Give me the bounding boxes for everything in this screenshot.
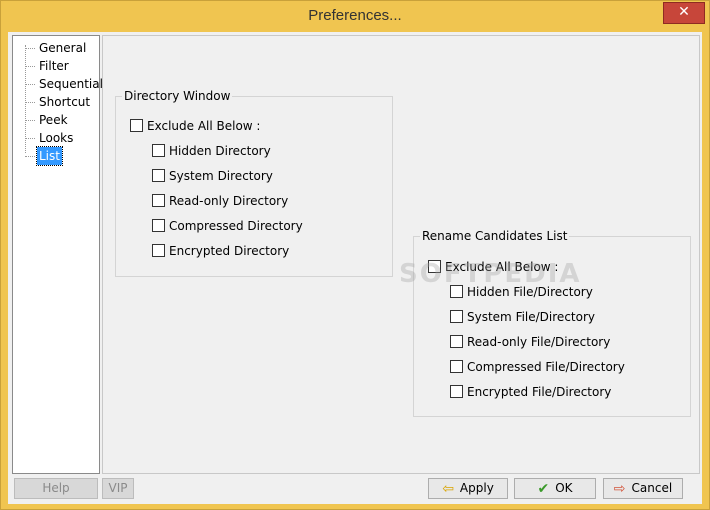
vip-button[interactable]: VIP (102, 478, 134, 499)
arrow-right-icon: ⇨ (613, 481, 626, 497)
tree-item-label: Shortcut (39, 95, 91, 109)
checkbox-label: Exclude All Below : (147, 119, 261, 133)
tree-item-label: Peek (39, 113, 68, 127)
settings-panel: Directory Window Exclude All Below : Hid… (102, 35, 700, 474)
tree-item-label: Looks (39, 131, 74, 145)
checkbox-box[interactable] (152, 169, 165, 182)
checkbox-label: Compressed File/Directory (467, 360, 625, 374)
system-file-checkbox[interactable]: System File/Directory (450, 309, 595, 325)
directory-window-group: Directory Window Exclude All Below : Hid… (115, 89, 393, 277)
checkbox-box[interactable] (130, 119, 143, 132)
cancel-label: Cancel (631, 481, 673, 495)
encrypted-file-checkbox[interactable]: Encrypted File/Directory (450, 384, 611, 400)
ok-button[interactable]: ✔ OK (514, 478, 596, 499)
checkbox-label: Read-only Directory (169, 194, 289, 208)
apply-label: Apply (459, 481, 494, 495)
checkbox-label: Encrypted File/Directory (467, 385, 612, 399)
readonly-directory-checkbox[interactable]: Read-only Directory (152, 193, 288, 209)
group-title: Directory Window (122, 89, 233, 103)
preferences-window: Preferences... ✕ General Filter Sequenti… (0, 0, 710, 510)
cancel-button[interactable]: ⇨ Cancel (603, 478, 683, 499)
checkbox-box[interactable] (450, 360, 463, 373)
apply-button[interactable]: ⇦ Apply (428, 478, 508, 499)
checkbox-box[interactable] (450, 335, 463, 348)
tree-item-label: Filter (39, 59, 69, 73)
system-directory-checkbox[interactable]: System Directory (152, 168, 273, 184)
close-button[interactable]: ✕ (663, 2, 705, 24)
checkbox-label: Compressed Directory (169, 219, 303, 233)
tree-connector (25, 45, 26, 153)
ok-label: OK (555, 481, 573, 495)
checkbox-box[interactable] (450, 310, 463, 323)
tree-item-label: General (39, 41, 87, 55)
checkbox-label: System Directory (169, 169, 273, 183)
checkbox-label: Hidden Directory (169, 144, 271, 158)
category-tree[interactable]: General Filter Sequential Shortcut Peek … (12, 35, 103, 474)
watermark: SOFTPEDIA (399, 259, 582, 289)
checkbox-box[interactable] (152, 194, 165, 207)
checkbox-box[interactable] (152, 219, 165, 232)
client-area: General Filter Sequential Shortcut Peek … (8, 32, 702, 504)
checkbox-box[interactable] (152, 244, 165, 257)
compressed-directory-checkbox[interactable]: Compressed Directory (152, 218, 303, 234)
checkbox-box[interactable] (450, 385, 463, 398)
checkbox-label: Read-only File/Directory (467, 335, 611, 349)
help-button[interactable]: Help (14, 478, 98, 499)
checkbox-box[interactable] (152, 144, 165, 157)
compressed-file-checkbox[interactable]: Compressed File/Directory (450, 359, 625, 375)
tree-item-label: List (36, 146, 63, 166)
checkbox-label: System File/Directory (467, 310, 595, 324)
window-title: Preferences... (308, 7, 402, 24)
group-title: Rename Candidates List (420, 229, 570, 243)
hidden-directory-checkbox[interactable]: Hidden Directory (152, 143, 271, 159)
title-bar[interactable]: Preferences... ✕ (1, 1, 709, 31)
arrow-left-icon: ⇦ (442, 481, 454, 497)
checkbox-label: Encrypted Directory (169, 244, 290, 258)
readonly-file-checkbox[interactable]: Read-only File/Directory (450, 334, 610, 350)
checkmark-icon: ✔ (537, 481, 550, 497)
exclude-all-directory-checkbox[interactable]: Exclude All Below : (130, 118, 260, 134)
encrypted-directory-checkbox[interactable]: Encrypted Directory (152, 243, 289, 259)
close-icon: ✕ (678, 4, 690, 20)
tree-item-label: Sequential (39, 77, 103, 91)
